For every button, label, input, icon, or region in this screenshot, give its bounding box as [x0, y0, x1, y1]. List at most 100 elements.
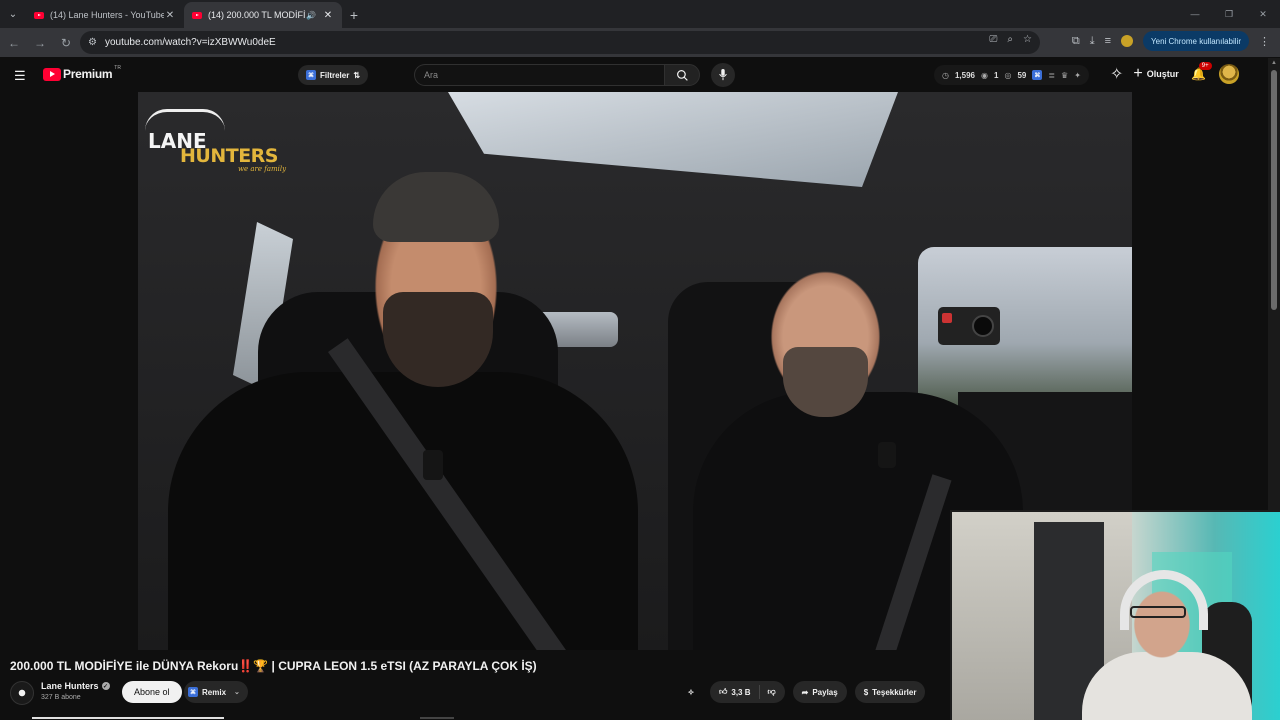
bookmark-star-icon[interactable]: ☆: [1023, 34, 1032, 45]
video-actions: ✧ 👍︎ 3,3 B 👎︎ ➦ Paylaş $ Teşekkürler: [680, 681, 926, 703]
reload-icon[interactable]: ↻: [54, 31, 78, 55]
super-thanks-icon: $: [863, 687, 869, 697]
loading-bar-secondary: [420, 717, 454, 719]
dislike-button[interactable]: 👎︎: [760, 687, 785, 697]
subscriber-count: 327 B abone: [41, 694, 81, 701]
omnibox-actions: ⎚ ⌕ ☆: [989, 34, 1032, 45]
extension-badge-icon: ⌘: [306, 70, 316, 80]
user-avatar[interactable]: [1218, 64, 1239, 84]
notification-badge: 9+: [1198, 62, 1212, 70]
camera-rec-light: [942, 313, 952, 323]
extensions-icon[interactable]: ⧉: [1072, 35, 1080, 48]
tab-lane-hunters[interactable]: (14) Lane Hunters - YouTube ✕: [26, 2, 184, 28]
tab-label: (14) 200.000 TL MODİFİYE i: [208, 10, 306, 20]
forward-icon[interactable]: →: [28, 31, 52, 55]
video-title: 200.000 TL MODİFİYE ile DÜNYA Rekoru‼️🏆 …: [10, 659, 537, 673]
filters-label: Filtreler: [320, 70, 350, 80]
youtube-header: ☰ Premium TR ⌘ Filtreler ⇅ ◷ 1,596 ◉ 1 ◎…: [0, 58, 1268, 92]
chrome-update-button[interactable]: Yeni Chrome kullanılabilir: [1143, 31, 1249, 51]
stat-views: 1,596: [954, 70, 976, 80]
thumbs-down-icon: 👎︎: [767, 687, 776, 696]
trophy-icon: ♛: [1061, 70, 1069, 80]
ai-sparkle-icon[interactable]: ✧: [1110, 64, 1123, 84]
extension-badge-icon: ⌘: [188, 687, 198, 697]
search-button[interactable]: [664, 64, 700, 86]
url-text: youtube.com/watch?v=izXBWWu0deE: [104, 37, 276, 48]
window-controls: — ❐ ✕: [1178, 0, 1280, 28]
minimize-icon[interactable]: —: [1178, 0, 1212, 28]
more-menu-icon[interactable]: ⋮: [1259, 35, 1270, 48]
download-icon[interactable]: ⤓: [1090, 35, 1095, 48]
create-button[interactable]: + Oluştur: [1133, 65, 1178, 83]
plus-icon: +: [1133, 65, 1143, 82]
remix-button[interactable]: ⌘ Remix ⌄: [184, 681, 248, 703]
profile-avatar[interactable]: [1121, 35, 1134, 47]
country-code: TR: [114, 65, 121, 71]
filters-button[interactable]: ⌘ Filtreler ⇅: [298, 65, 369, 85]
scrollbar-thumb[interactable]: [1271, 70, 1277, 310]
sparkle-icon: ✦: [1074, 70, 1081, 80]
share-label: Paylaş: [812, 687, 838, 697]
channel-avatar[interactable]: [10, 681, 34, 705]
voice-search-button[interactable]: [711, 63, 735, 87]
search-input[interactable]: [424, 70, 664, 80]
loading-bar: [32, 717, 224, 719]
verified-check-icon: ✓: [101, 682, 110, 690]
tab-search-chevron-icon[interactable]: ⌄: [0, 0, 26, 28]
new-tab-button[interactable]: +: [342, 2, 366, 28]
logo-word: Premium: [63, 67, 113, 81]
host-left-body: [168, 372, 638, 650]
create-label: Oluştur: [1146, 69, 1179, 79]
list-icon: ≣: [1048, 70, 1056, 80]
watermark-tagline: we are family: [238, 165, 287, 173]
youtube-favicon-icon: [192, 11, 202, 19]
subscribe-button[interactable]: Abone ol: [122, 681, 182, 703]
reading-list-icon[interactable]: ≡: [1105, 35, 1111, 47]
close-icon[interactable]: ✕: [164, 10, 176, 21]
like-dislike-group: 👍︎ 3,3 B 👎︎: [710, 681, 785, 703]
speaker-icon[interactable]: 🔊: [306, 11, 316, 20]
chevron-down-icon: ⌄: [234, 689, 240, 696]
sparkle-icon: ✧: [687, 687, 695, 697]
channel-name-link[interactable]: Lane Hunters ✓: [41, 681, 110, 691]
webcam-overlay: [950, 510, 1280, 720]
back-icon[interactable]: ←: [2, 31, 26, 55]
sunroof: [448, 92, 898, 187]
youtube-logo-icon: [43, 67, 61, 81]
browser-toolbar: ← → ↻ ⚙ youtube.com/watch?v=izXBWWu0deE …: [0, 28, 1280, 57]
thanks-label: Teşekkürler: [872, 687, 917, 697]
extension-stats-pill[interactable]: ◷ 1,596 ◉ 1 ◎ 59 ⌘ ≣ ♛ ✦: [934, 65, 1089, 85]
search-icon: [676, 69, 688, 81]
youtube-premium-logo[interactable]: Premium TR: [43, 65, 121, 81]
channel-watermark: LANE HUNTERS we are family: [143, 107, 293, 177]
youtube-favicon-icon: [34, 11, 44, 19]
car-outline-logo-icon: [145, 109, 225, 131]
share-arrow-icon: ➦: [801, 687, 809, 697]
cast-icon[interactable]: ⎚: [989, 34, 997, 45]
lapel-mic-left: [423, 450, 443, 480]
notifications-button[interactable]: 🔔 9+: [1189, 62, 1212, 81]
thumb-icon: ◎: [1004, 70, 1012, 80]
address-bar[interactable]: ⚙ youtube.com/watch?v=izXBWWu0deE ⎚ ⌕ ☆: [80, 31, 1040, 54]
like-button[interactable]: 👍︎ 3,3 B: [710, 685, 760, 699]
site-info-icon[interactable]: ⚙: [88, 37, 97, 48]
share-button[interactable]: ➦ Paylaş: [792, 681, 847, 703]
extension-badge-icon: ⌘: [1032, 70, 1043, 80]
search-box: [414, 64, 664, 86]
scroll-up-icon[interactable]: ▲: [1271, 60, 1277, 66]
header-right: ✧ + Oluştur 🔔 9+: [1110, 62, 1239, 84]
close-icon[interactable]: ✕: [322, 10, 334, 21]
microphone-icon: [719, 69, 727, 81]
thanks-button[interactable]: $ Teşekkürler: [854, 681, 926, 703]
lapel-mic-right: [878, 442, 896, 468]
menu-icon[interactable]: ☰: [14, 68, 26, 84]
ai-summary-button[interactable]: ✧: [680, 681, 702, 703]
tab-label: (14) Lane Hunters - YouTube: [50, 10, 164, 20]
zoom-icon[interactable]: ⌕: [1007, 34, 1013, 45]
restore-icon[interactable]: ❐: [1212, 0, 1246, 28]
camera-lens: [972, 315, 994, 337]
watermark-hunters: HUNTERS: [180, 145, 279, 167]
thumbs-up-icon: 👍︎: [719, 687, 728, 696]
close-window-icon[interactable]: ✕: [1246, 0, 1280, 28]
tab-current-video[interactable]: (14) 200.000 TL MODİFİYE i 🔊 ✕: [184, 2, 342, 28]
